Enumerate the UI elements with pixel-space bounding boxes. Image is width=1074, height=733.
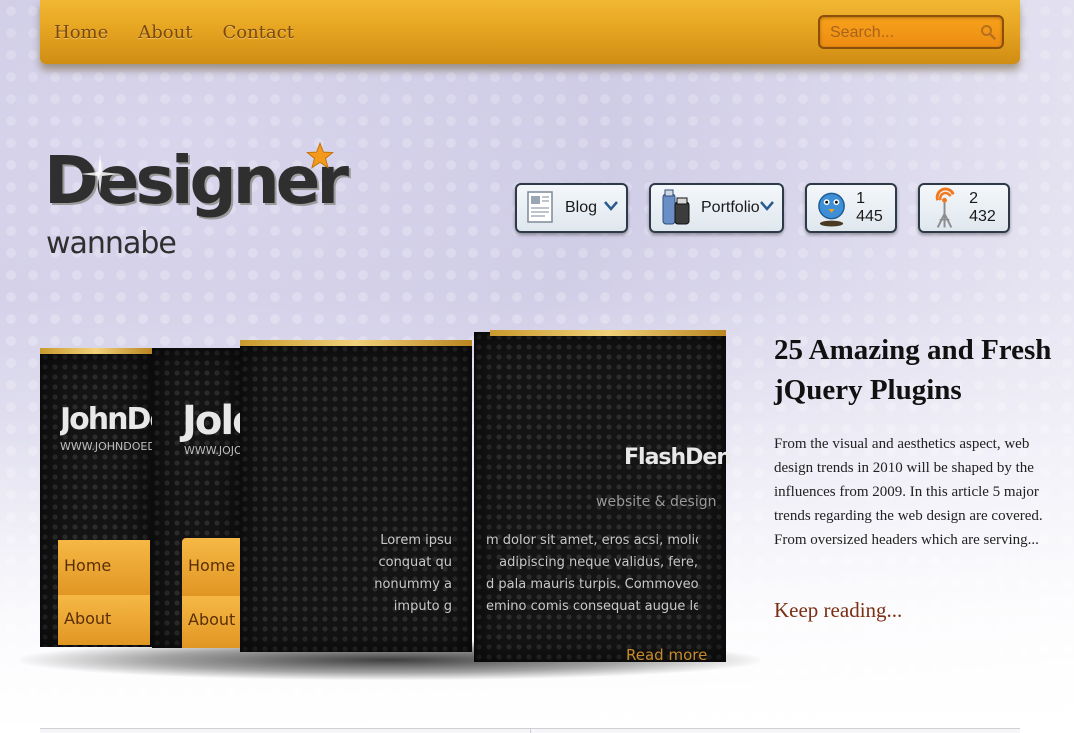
keep-reading-link[interactable]: Keep reading... xyxy=(774,598,902,623)
chevron-down-icon xyxy=(604,201,618,211)
slide-tagline-flashden: website & design xyxy=(596,494,717,510)
logo-subtitle: wannabe xyxy=(46,226,177,261)
star-icon xyxy=(306,142,334,169)
slide-url-johndoe: WWW.JOHNDOEDESIG xyxy=(60,440,152,453)
portfolio-dropdown-button[interactable]: Portfolio xyxy=(649,183,784,233)
nav-contact-link[interactable]: Contact xyxy=(222,22,293,43)
article-excerpt: From the visual and aesthetics aspect, w… xyxy=(774,436,1043,548)
blog-dropdown-button[interactable]: Blog xyxy=(515,183,628,233)
lorem-line: imputo g xyxy=(393,599,452,614)
nav-home-link[interactable]: Home xyxy=(54,22,108,43)
divider-split xyxy=(530,728,531,733)
blog-button-label: Blog xyxy=(565,199,598,216)
lorem-line: nonummy a xyxy=(374,577,452,592)
lorem-line: d pala mauris turpis. Commoveo xyxy=(486,577,698,592)
slide-lorem-text: Lorem ipsu conquat qu nonummy a imputo g xyxy=(320,530,452,618)
twitter-count: 1 445 xyxy=(856,190,883,225)
portfolio-icon xyxy=(662,189,690,225)
sparkle-icon xyxy=(80,154,120,194)
panel-gold-edge xyxy=(40,348,152,354)
featured-slider[interactable]: JohnDo WWW.JOHNDOEDESIG Home About Jole … xyxy=(20,330,760,685)
twitter-bird-icon xyxy=(818,192,845,227)
rss-subscribers-button[interactable]: 2 432 xyxy=(918,183,1010,233)
top-navigation-bar: Home About Contact xyxy=(40,0,1020,64)
search-input[interactable] xyxy=(828,22,982,44)
lorem-line: Lorem ipsu xyxy=(380,533,452,548)
lorem-line: emino comis consequat augue le xyxy=(486,599,698,614)
slide-menu-home: Home xyxy=(58,540,150,595)
rss-count: 2 432 xyxy=(969,190,996,225)
twitter-followers-button[interactable]: 1 445 xyxy=(805,183,897,233)
main-nav: Home About Contact xyxy=(54,22,294,43)
panel-gold-edge xyxy=(240,340,472,346)
slide-lorem-text: m dolor sit amet, eros acsi, molior adip… xyxy=(486,530,698,618)
search-icon[interactable] xyxy=(980,24,996,40)
portfolio-button-label: Portfolio xyxy=(701,199,760,216)
lorem-line: conquat qu xyxy=(378,555,452,570)
chevron-down-icon xyxy=(760,201,774,211)
lorem-line: adipiscing neque validus, fere, xyxy=(499,555,698,570)
slide-read-more[interactable]: Read more xyxy=(626,646,707,664)
blog-icon xyxy=(527,191,553,223)
rss-icon xyxy=(935,187,955,228)
panel-gold-edge xyxy=(490,330,726,336)
content-divider xyxy=(40,728,1020,733)
slide-menu-about: About xyxy=(58,595,150,645)
search-box xyxy=(818,15,1004,49)
nav-about-link[interactable]: About xyxy=(138,22,192,43)
slide-brand-johndoe: JohnDo xyxy=(60,402,152,437)
site-logo[interactable]: Designer wannabe xyxy=(44,140,349,280)
article-title[interactable]: 25 Amazing and Fresh jQuery Plugins xyxy=(774,330,1054,410)
slide-brand-flashden: FlashDen xyxy=(624,445,732,470)
lorem-line: m dolor sit amet, eros acsi, molior xyxy=(486,533,698,548)
